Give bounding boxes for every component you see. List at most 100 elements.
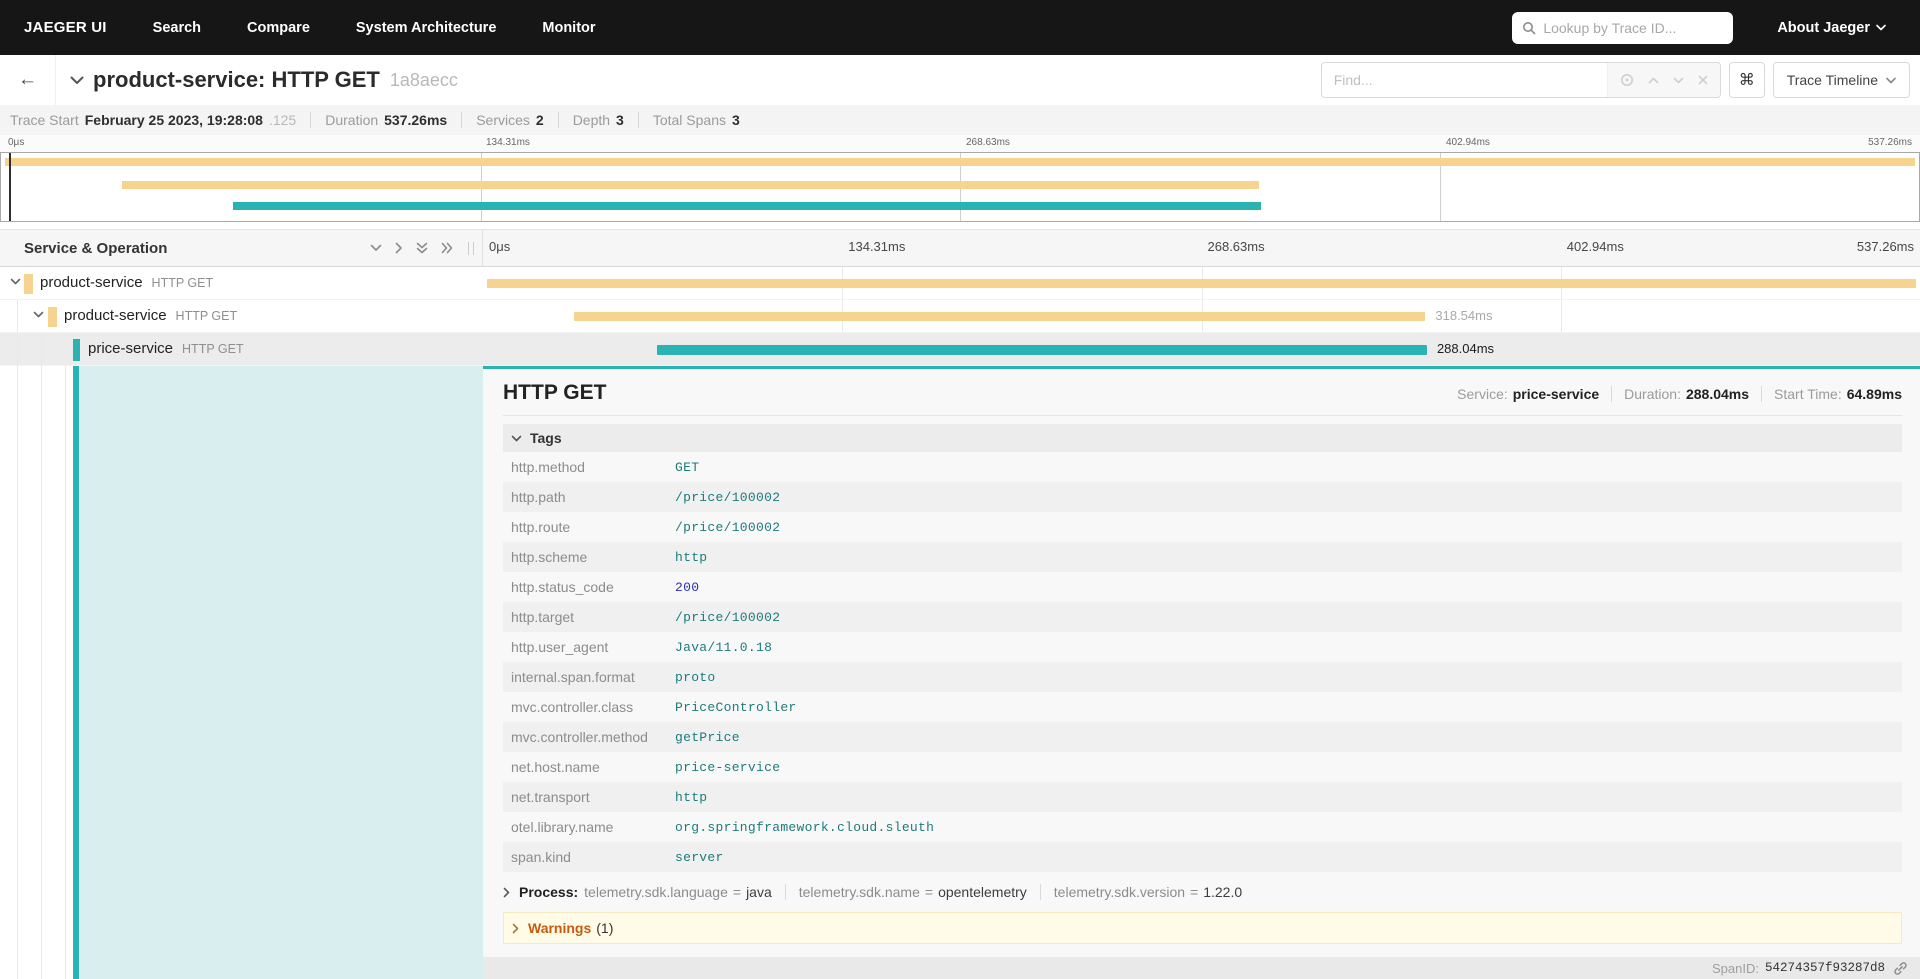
service-label: product-service	[40, 274, 143, 291]
timeline-tick-0: 0μs	[489, 239, 511, 254]
timeline-ticks: 0μs 134.31ms 268.63ms 402.94ms 537.26ms	[483, 230, 1920, 266]
tag-key: otel.library.name	[511, 819, 614, 835]
expand-one-icon[interactable]	[395, 242, 403, 254]
chevron-down-icon	[70, 76, 84, 84]
tree-guide-line	[17, 366, 18, 979]
minimap-tick-1: 134.31ms	[486, 137, 530, 148]
trace-start-label: Trace Start	[10, 112, 79, 128]
minimap-canvas[interactable]	[0, 152, 1920, 222]
process-value: 1.22.0	[1203, 884, 1243, 900]
span-collapse-chevron[interactable]	[10, 278, 21, 285]
minimap-tick-3: 402.94ms	[1446, 137, 1490, 148]
tag-key: http.status_code	[511, 579, 614, 595]
duration-meta-value: 288.04ms	[1685, 386, 1750, 402]
nav-item-system-architecture[interactable]: System Architecture	[356, 20, 497, 36]
span-duration-label: 288.04ms	[1436, 341, 1495, 356]
equals-sign: =	[924, 884, 934, 900]
chevron-right-icon	[503, 887, 510, 897]
tags-accordion-header[interactable]: Tags	[503, 424, 1902, 452]
tag-key: http.route	[511, 519, 571, 535]
service-meta-value: price-service	[1512, 386, 1600, 402]
tag-key: net.host.name	[511, 759, 600, 775]
view-select-label: Trace Timeline	[1786, 72, 1878, 88]
collapse-one-icon[interactable]	[370, 244, 382, 252]
tag-key: internal.span.format	[511, 669, 635, 685]
span-service-name: price-service HTTP GET	[88, 340, 244, 357]
tag-value: 200	[675, 579, 700, 595]
trace-start-ms: .125	[268, 112, 297, 128]
service-label: product-service	[64, 307, 167, 324]
span-bar[interactable]	[487, 279, 1916, 288]
span-color-accent	[73, 339, 80, 361]
span-row-price-service[interactable]: price-service HTTP GET 288.04ms	[0, 333, 1920, 366]
about-jaeger-menu[interactable]: About Jaeger	[1777, 20, 1886, 36]
tag-value: org.springframework.cloud.sleuth	[675, 819, 935, 835]
warnings-label: Warnings	[528, 920, 592, 936]
minimap-tick-2: 268.63ms	[966, 137, 1010, 148]
tag-key: http.user_agent	[511, 639, 609, 655]
span-rows: product-service HTTP GET product-service H…	[0, 267, 1920, 366]
tag-value: GET	[675, 459, 700, 475]
tag-value: getPrice	[675, 729, 740, 745]
collapse-all-icon[interactable]	[416, 242, 428, 255]
span-detail-panel: HTTP GET Service: price-service Duration…	[483, 366, 1920, 979]
span-row-product-service-root[interactable]: product-service HTTP GET	[0, 267, 1920, 300]
summary-trace-start: Trace Start February 25 2023, 19:28:08 .…	[10, 112, 296, 128]
total-spans-label: Total Spans	[652, 112, 727, 128]
duration-value: 537.26ms	[384, 112, 448, 128]
column-resize-handle[interactable]	[468, 242, 474, 255]
nav-item-compare[interactable]: Compare	[247, 20, 310, 36]
equals-sign: =	[1190, 884, 1199, 900]
expand-all-icon[interactable]	[441, 242, 454, 254]
span-duration-label: 318.54ms	[1435, 308, 1493, 323]
services-value: 2	[535, 112, 544, 128]
depth-label: Depth	[572, 112, 611, 128]
nav-item-search[interactable]: Search	[153, 20, 201, 36]
find-next-icon[interactable]	[1673, 77, 1684, 84]
trace-minimap: 0μs 134.31ms 268.63ms 402.94ms 537.26ms	[0, 135, 1920, 222]
minimap-ticks: 0μs 134.31ms 268.63ms 402.94ms 537.26ms	[0, 135, 1920, 152]
find-prev-icon[interactable]	[1648, 77, 1659, 84]
span-id-value: 54274357f93287d8	[1764, 961, 1885, 975]
tags-title: Tags	[530, 430, 562, 446]
search-icon	[1522, 21, 1536, 35]
keyboard-shortcuts-button[interactable]: ⌘	[1728, 62, 1765, 98]
chevron-right-icon	[512, 923, 519, 933]
trace-collapse-chevron[interactable]	[70, 76, 84, 85]
tag-row: mvc.controller.method getPrice	[503, 722, 1902, 752]
process-accordion-header[interactable]: Process: telemetry.sdk.language = java t…	[503, 884, 1902, 900]
brand[interactable]: JAEGER UI	[24, 19, 107, 36]
tags-table: http.method GET http.path/price/100002 ht…	[503, 452, 1902, 872]
tag-row: mvc.controller.class PriceController	[503, 692, 1902, 722]
trace-lookup-input[interactable]	[1543, 19, 1724, 36]
minimap-viewport-handle[interactable]	[9, 153, 11, 221]
minimap-tick-4: 537.26ms	[1868, 137, 1912, 148]
span-row-product-service-child[interactable]: product-service HTTP GET 318.54ms	[0, 300, 1920, 333]
span-collapse-chevron[interactable]	[33, 311, 44, 318]
view-select-button[interactable]: Trace Timeline	[1772, 62, 1910, 98]
nav-item-monitor[interactable]: Monitor	[542, 20, 595, 36]
duration-label: Duration	[325, 112, 379, 128]
timeline-tick-4: 537.26ms	[1856, 239, 1914, 254]
span-bar-cell	[483, 267, 1920, 299]
operation-label: HTTP GET	[182, 342, 244, 356]
warnings-accordion-header[interactable]: Warnings (1)	[503, 912, 1902, 944]
find-input[interactable]	[1321, 72, 1607, 88]
tag-key: http.scheme	[511, 549, 588, 565]
deep-link-icon[interactable]	[1893, 961, 1908, 976]
process-item: telemetry.sdk.name = opentelemetry	[784, 884, 1027, 900]
start-time-meta-label: Start Time:	[1774, 386, 1842, 402]
find-clear-icon[interactable]	[1698, 75, 1708, 85]
span-bar[interactable]	[573, 312, 1426, 321]
tag-key: http.method	[511, 459, 585, 475]
scope-match-icon[interactable]	[1620, 73, 1634, 87]
span-bar[interactable]	[656, 345, 1427, 355]
tag-key: http.target	[511, 609, 575, 625]
tag-row: internal.span.format proto	[503, 662, 1902, 692]
process-value: opentelemetry	[938, 884, 1027, 900]
back-button[interactable]: ←	[0, 55, 56, 105]
span-bar-cell: 288.04ms	[483, 333, 1920, 365]
tag-value: Java/11.0.18	[675, 639, 773, 655]
span-color-accent	[24, 274, 33, 294]
chevron-down-icon	[1886, 77, 1896, 83]
